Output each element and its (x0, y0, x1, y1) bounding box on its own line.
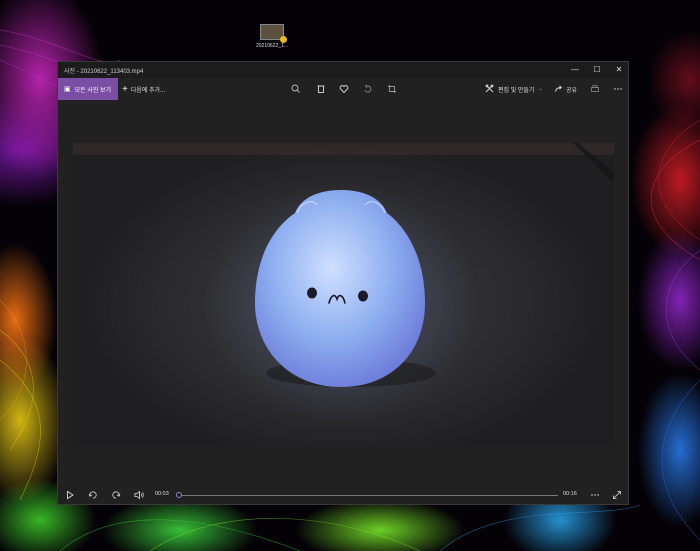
lamp-left-eye (307, 287, 317, 299)
total-time: 00:16 (563, 491, 577, 497)
rotate-icon[interactable] (361, 82, 375, 96)
window-title: 사진 - 20210622_113403.mp4 (64, 66, 143, 75)
see-all-photos-button[interactable]: ▣ 모든 사진 보기 (58, 78, 118, 100)
rewind-button[interactable] (87, 489, 99, 501)
add-to-label: 다음에 추가... (130, 87, 166, 94)
see-all-photos-label: 모든 사진 보기 (74, 87, 112, 94)
forward-button[interactable] (110, 489, 122, 501)
edit-create-button[interactable]: 편집 및 만들기 ⌄ (485, 78, 543, 100)
add-to-button[interactable]: + 다음에 추가... (122, 78, 165, 100)
play-icon (67, 490, 74, 500)
more-options-button[interactable] (589, 489, 601, 501)
minimize-button[interactable]: — (564, 62, 586, 78)
volume-button[interactable] (133, 489, 145, 501)
seek-bar-thumb[interactable] (176, 492, 182, 498)
file-name: 20210622_113403.mp4 (80, 69, 144, 75)
crop-icon[interactable] (385, 82, 399, 96)
photos-window: 사진 - 20210622_113403.mp4 — ☐ ✕ ▣ 모든 사진 보… (57, 61, 629, 505)
video-thumbnail (260, 24, 287, 43)
desktop-file-label: 20210622_1... (256, 43, 288, 49)
share-icon (554, 84, 563, 95)
close-button[interactable]: ✕ (608, 62, 630, 78)
gallery-icon: ▣ (64, 86, 71, 93)
maximize-button[interactable]: ☐ (586, 62, 608, 78)
seek-bar[interactable] (176, 492, 558, 498)
edit-create-icon (485, 84, 494, 95)
volume-icon (134, 490, 144, 500)
heart-icon[interactable] (337, 82, 351, 96)
plus-icon: + (122, 83, 128, 95)
fullscreen-button[interactable] (611, 489, 623, 501)
video-content (73, 143, 614, 423)
fullscreen-icon (613, 491, 621, 499)
rewind-icon (88, 491, 97, 499)
play-button[interactable] (64, 489, 76, 501)
toolbar: ▣ 모든 사진 보기 + 다음에 추가... 편집 및 만들기 ⌄ 공유 (58, 78, 628, 100)
zoom-icon[interactable] (289, 82, 303, 96)
delete-icon[interactable] (314, 82, 328, 96)
chevron-down-icon: ⌄ (538, 86, 543, 92)
lamp-right-eye (358, 290, 368, 302)
title-bar[interactable]: 사진 - 20210622_113403.mp4 — ☐ ✕ (58, 62, 628, 78)
current-time: 00:03 (155, 491, 169, 497)
more-icon (591, 494, 599, 496)
desktop-file-icon[interactable]: 20210622_1... (252, 24, 292, 49)
playback-controls: 00:03 00:16 (58, 486, 628, 504)
forward-icon (112, 491, 121, 499)
edit-create-label: 편집 및 만들기 (498, 87, 535, 94)
more-icon[interactable] (611, 82, 625, 96)
video-frame[interactable] (73, 143, 614, 447)
app-name: 사진 (64, 69, 76, 75)
sync-badge-icon (280, 36, 287, 43)
print-icon[interactable] (588, 82, 602, 96)
share-label: 공유 (566, 87, 578, 94)
share-button[interactable]: 공유 (554, 78, 577, 100)
